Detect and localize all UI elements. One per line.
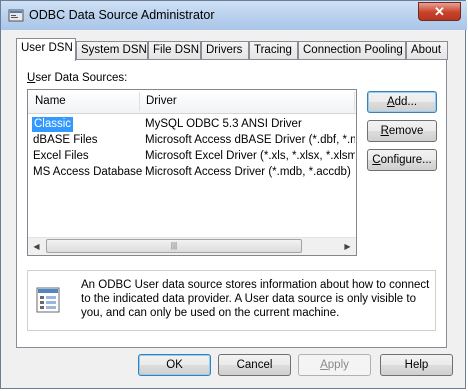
ok-button[interactable]: OK [138, 354, 211, 376]
dsn-name: dBASE Files [33, 134, 98, 146]
configure-button[interactable]: Configure... [367, 149, 437, 171]
scroll-left-icon[interactable]: ◀ [28, 238, 45, 255]
apply-button[interactable]: Apply [298, 354, 371, 376]
tab-tracing[interactable]: Tracing [249, 41, 298, 60]
tab-about[interactable]: About [406, 41, 448, 60]
dsn-driver: Microsoft Excel Driver (*.xls, *.xlsx, *… [145, 150, 355, 162]
tab-user-dsn[interactable]: User DSN [16, 38, 76, 61]
column-header-name[interactable]: Name [35, 95, 66, 107]
column-divider[interactable] [354, 92, 355, 111]
odbc-window: ODBC Data Source Administrator ✕ User DS… [0, 0, 467, 389]
dsn-name: Excel Files [33, 150, 89, 162]
info-description: An ODBC User data source stores informat… [81, 279, 430, 319]
scroll-right-icon[interactable]: ▶ [339, 238, 356, 255]
list-item[interactable]: Excel Files Microsoft Excel Driver (*.xl… [28, 149, 356, 164]
dsn-driver: MySQL ODBC 5.3 ANSI Driver [145, 118, 302, 130]
window-title: ODBC Data Source Administrator [29, 8, 215, 22]
remove-button[interactable]: Remove [367, 120, 437, 142]
tab-connection-pooling[interactable]: Connection Pooling [298, 41, 406, 60]
data-source-icon [36, 287, 60, 313]
tab-drivers[interactable]: Drivers [201, 41, 249, 60]
info-box: An ODBC User data source stores informat… [27, 270, 436, 331]
list-item[interactable]: Classic MySQL ODBC 5.3 ANSI Driver [28, 117, 356, 132]
user-data-sources-label: User Data Sources: [27, 72, 128, 84]
list-header: Name Driver [28, 90, 356, 114]
user-dsn-panel: User Data Sources: Name Driver Classic M… [16, 59, 447, 348]
dsn-driver: Microsoft Access dBASE Driver (*.dbf, *.… [145, 134, 355, 146]
tab-system-dsn[interactable]: System DSN [76, 41, 148, 60]
title-bar[interactable]: ODBC Data Source Administrator ✕ [1, 1, 467, 30]
list-item[interactable]: MS Access Database Microsoft Access Driv… [28, 165, 356, 180]
column-divider[interactable] [139, 92, 140, 111]
close-button[interactable]: ✕ [418, 2, 461, 21]
horizontal-scrollbar[interactable]: ◀ ||| ▶ [28, 237, 356, 255]
add-button[interactable]: Add... [367, 91, 437, 113]
dsn-name: Classic [32, 117, 74, 132]
tab-file-dsn[interactable]: File DSN [148, 41, 201, 60]
scroll-thumb[interactable]: ||| [46, 239, 302, 253]
data-sources-list[interactable]: Name Driver Classic MySQL ODBC 5.3 ANSI … [27, 89, 357, 256]
help-button[interactable]: Help [380, 354, 453, 376]
dialog-client: User DSN System DSN File DSN Drivers Tra… [9, 31, 459, 382]
close-icon: ✕ [434, 4, 445, 19]
column-header-driver[interactable]: Driver [146, 95, 177, 107]
dsn-driver: Microsoft Access Driver (*.mdb, *.accdb) [145, 166, 351, 178]
list-item[interactable]: dBASE Files Microsoft Access dBASE Drive… [28, 133, 356, 148]
dsn-name: MS Access Database [33, 166, 143, 178]
odbc-app-icon [8, 9, 24, 22]
cancel-button[interactable]: Cancel [218, 354, 291, 376]
